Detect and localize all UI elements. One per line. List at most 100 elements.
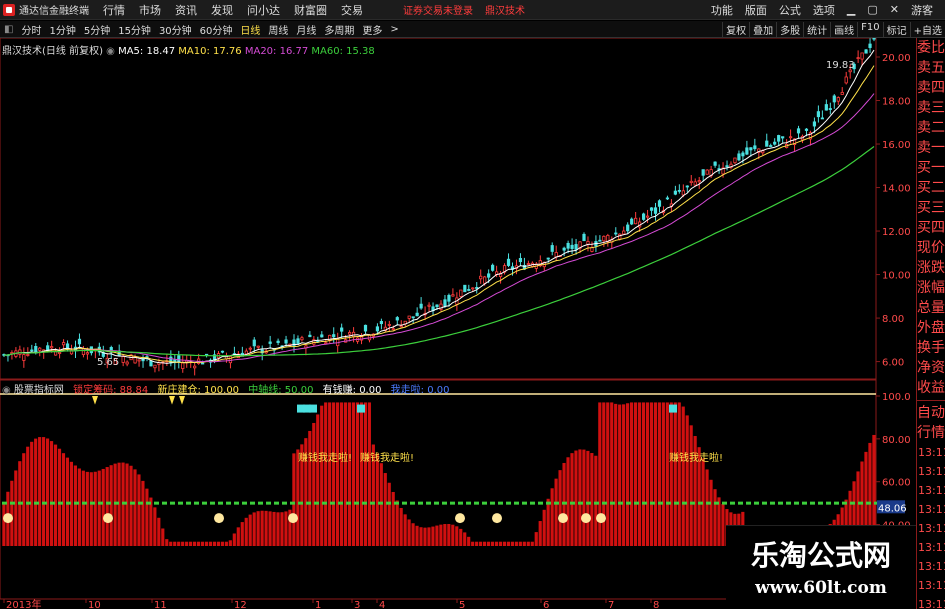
- candle-body: [713, 161, 717, 166]
- multi-stock-button[interactable]: 多股: [776, 21, 803, 37]
- sidebar-toggle-icon[interactable]: ◧: [0, 24, 17, 35]
- menu-function[interactable]: 功能: [711, 2, 733, 18]
- candle-body: [459, 289, 463, 297]
- low-price-label: 5.65: [97, 357, 120, 368]
- menu-formula[interactable]: 公式: [779, 2, 801, 18]
- quote-field-15: 换手: [917, 340, 945, 356]
- period-multi[interactable]: 多周期: [320, 22, 358, 37]
- candle-body: [332, 334, 336, 338]
- quote-field-5: 卖一: [917, 140, 945, 156]
- period-intraday[interactable]: 分时: [17, 22, 45, 37]
- menu-quotes[interactable]: 行情: [103, 2, 125, 18]
- indicator-bar: [383, 473, 387, 546]
- candle-body: [81, 348, 86, 356]
- menu-layout[interactable]: 版面: [745, 2, 767, 18]
- period-weekly[interactable]: 周线: [264, 22, 292, 37]
- candle-body: [435, 304, 439, 308]
- period-60min[interactable]: 60分钟: [196, 22, 237, 37]
- chart-area[interactable]: 20.0018.0016.0014.0012.0010.008.006.0010…: [0, 38, 945, 609]
- close-icon[interactable]: ✕: [890, 3, 899, 16]
- mark-button[interactable]: 标记: [882, 21, 910, 37]
- menu-news[interactable]: 资讯: [175, 2, 197, 18]
- quote-field-11: 涨跌: [917, 260, 945, 276]
- quote-label[interactable]: 行情: [917, 423, 945, 443]
- candle-body: [348, 332, 352, 335]
- current-value-label: 48.06: [878, 503, 907, 514]
- menu-discover[interactable]: 发现: [211, 2, 233, 18]
- menu-trade[interactable]: 交易: [341, 2, 363, 18]
- chart-settings-icon[interactable]: ◉: [106, 46, 118, 57]
- f10-button[interactable]: F10: [857, 21, 882, 37]
- minimize-icon[interactable]: ▁: [847, 3, 855, 16]
- candle-body: [701, 169, 705, 176]
- app-window: 通达信金融终端 行情 市场 资讯 发现 问小达 财富圈 交易 证券交易未登录 鼎…: [0, 0, 945, 609]
- indicator-bar: [316, 414, 320, 546]
- indicator-bar: [439, 524, 443, 546]
- indicator-bar: [320, 405, 324, 546]
- indicator-bar: [614, 403, 618, 546]
- candle-body: [677, 189, 681, 192]
- candle-body: [872, 38, 876, 40]
- indicator-settings-icon[interactable]: ◉: [2, 385, 14, 396]
- period-5min[interactable]: 5分钟: [80, 22, 114, 37]
- period-daily[interactable]: 日线: [236, 22, 264, 37]
- user-guest[interactable]: 游客: [911, 2, 933, 18]
- date-axis-label: 5: [459, 600, 465, 609]
- candle-body: [697, 180, 701, 183]
- money-bag-icon: [492, 513, 502, 524]
- candle-body: [228, 356, 233, 364]
- date-axis-label: 11: [154, 600, 167, 609]
- candle-body: [673, 190, 677, 195]
- indicator-bar: [161, 528, 165, 546]
- trade-login-notice[interactable]: 证券交易未登录: [403, 2, 473, 17]
- add-watchlist-button[interactable]: +自选: [909, 21, 945, 37]
- indicator-axis-label: 100.0: [882, 392, 911, 403]
- overlay-button[interactable]: 叠加: [749, 21, 776, 37]
- candle-body: [804, 128, 809, 131]
- period-15min[interactable]: 15分钟: [114, 22, 155, 37]
- candle-body: [125, 361, 129, 365]
- candle-body: [765, 140, 769, 147]
- period-more[interactable]: 更多: [358, 22, 386, 37]
- indicator-bar: [208, 541, 213, 546]
- menu-wealth[interactable]: 财富圈: [294, 2, 327, 18]
- period-1min[interactable]: 1分钟: [45, 22, 79, 37]
- candle-body: [665, 197, 670, 200]
- menu-market[interactable]: 市场: [139, 2, 161, 18]
- candle-body: [518, 258, 523, 263]
- candle-body: [447, 294, 451, 302]
- app-title: 通达信金融终端: [19, 6, 89, 17]
- indicator-bar: [395, 500, 399, 546]
- candle-body: [844, 76, 848, 84]
- auto-label[interactable]: 自动: [917, 403, 945, 423]
- adjust-button[interactable]: 复权: [722, 21, 749, 37]
- lock-chip-label: 锁定筹码:: [73, 385, 117, 396]
- maximize-icon[interactable]: ▢: [867, 3, 877, 16]
- draw-line-button[interactable]: 画线: [830, 21, 857, 37]
- candle-body: [256, 345, 260, 348]
- ma5-line: [3, 49, 875, 364]
- quote-field-9: 买四: [917, 220, 945, 236]
- high-price-label: 19.83: [826, 60, 855, 71]
- candle-body: [22, 354, 26, 361]
- period-30min[interactable]: 30分钟: [155, 22, 196, 37]
- candle-body: [137, 359, 141, 362]
- indicator-bar: [212, 541, 217, 546]
- menu-assistant[interactable]: 问小达: [247, 2, 280, 18]
- candle-body: [868, 43, 872, 48]
- candle-body: [375, 326, 380, 332]
- ma20-label: MA20: 16.77: [244, 46, 309, 57]
- menu-options[interactable]: 选项: [813, 2, 835, 18]
- candle-body: [693, 181, 697, 186]
- indicator-bar: [173, 541, 177, 546]
- annotation-1: 赚钱我走啦!: [298, 453, 353, 464]
- candle-body: [451, 294, 455, 297]
- indicator-bar: [129, 465, 133, 546]
- candle-body: [689, 180, 693, 183]
- more-arrow-icon[interactable]: >: [386, 24, 402, 35]
- statistics-button[interactable]: 统计: [803, 21, 830, 37]
- candle-body: [415, 312, 419, 317]
- period-monthly[interactable]: 月线: [292, 22, 320, 37]
- indicator-bar: [97, 470, 101, 546]
- indicator-title[interactable]: 股票指标网: [14, 385, 64, 396]
